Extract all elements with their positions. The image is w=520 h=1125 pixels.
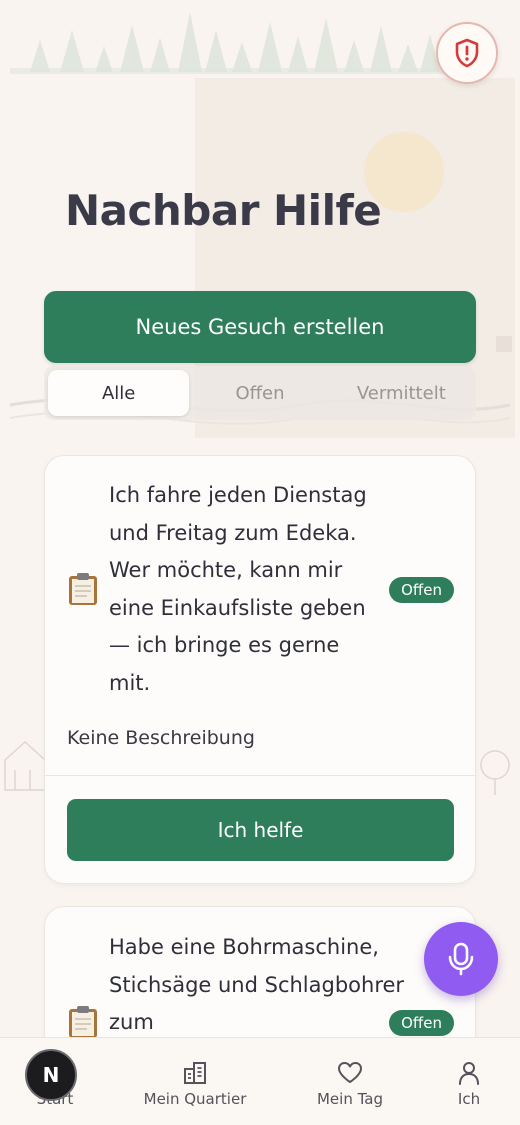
status-badge: Offen (389, 577, 454, 603)
request-card[interactable]: Ich fahre jeden Dienstag und Freitag zum… (44, 455, 476, 884)
clipboard-icon (69, 573, 97, 605)
bottom-navigation: Start Mein Quartier Mein Tag Ich (0, 1037, 520, 1125)
filter-tabs: Alle Offen Vermittelt (44, 366, 476, 420)
safety-button[interactable] (436, 22, 498, 84)
status-badge: Offen (389, 1010, 454, 1036)
help-button[interactable]: Ich helfe (67, 799, 454, 861)
request-text: Habe eine Bohrmaschine, Stichsäge und Sc… (109, 935, 405, 1034)
nav-label: Mein Quartier (143, 1090, 247, 1108)
shield-alert-icon (455, 38, 479, 68)
create-request-button[interactable]: Neues Gesuch erstellen (44, 291, 476, 363)
person-icon (459, 1062, 479, 1085)
tab-vermittelt[interactable]: Vermittelt (331, 370, 472, 416)
voice-input-button[interactable] (424, 922, 498, 996)
card-divider (45, 775, 475, 776)
nav-item-mein-tag[interactable]: Mein Tag (310, 1038, 390, 1125)
page-title: Nachbar Hilfe (65, 186, 382, 235)
tab-alle[interactable]: Alle (48, 370, 190, 416)
heart-icon (338, 1062, 362, 1083)
microphone-icon (448, 942, 474, 976)
avatar[interactable]: N (25, 1049, 77, 1101)
nav-item-ich[interactable]: Ich (444, 1038, 494, 1125)
nav-label: Ich (457, 1090, 481, 1108)
request-text: Ich fahre jeden Dienstag und Freitag zum… (109, 483, 367, 695)
nav-label: Mein Tag (316, 1090, 383, 1108)
building-icon (184, 1062, 206, 1084)
nav-item-mein-quartier[interactable]: Mein Quartier (135, 1038, 255, 1125)
clipboard-icon (69, 1006, 97, 1038)
request-description: Keine Beschreibung (67, 727, 255, 749)
tab-offen[interactable]: Offen (189, 370, 330, 416)
